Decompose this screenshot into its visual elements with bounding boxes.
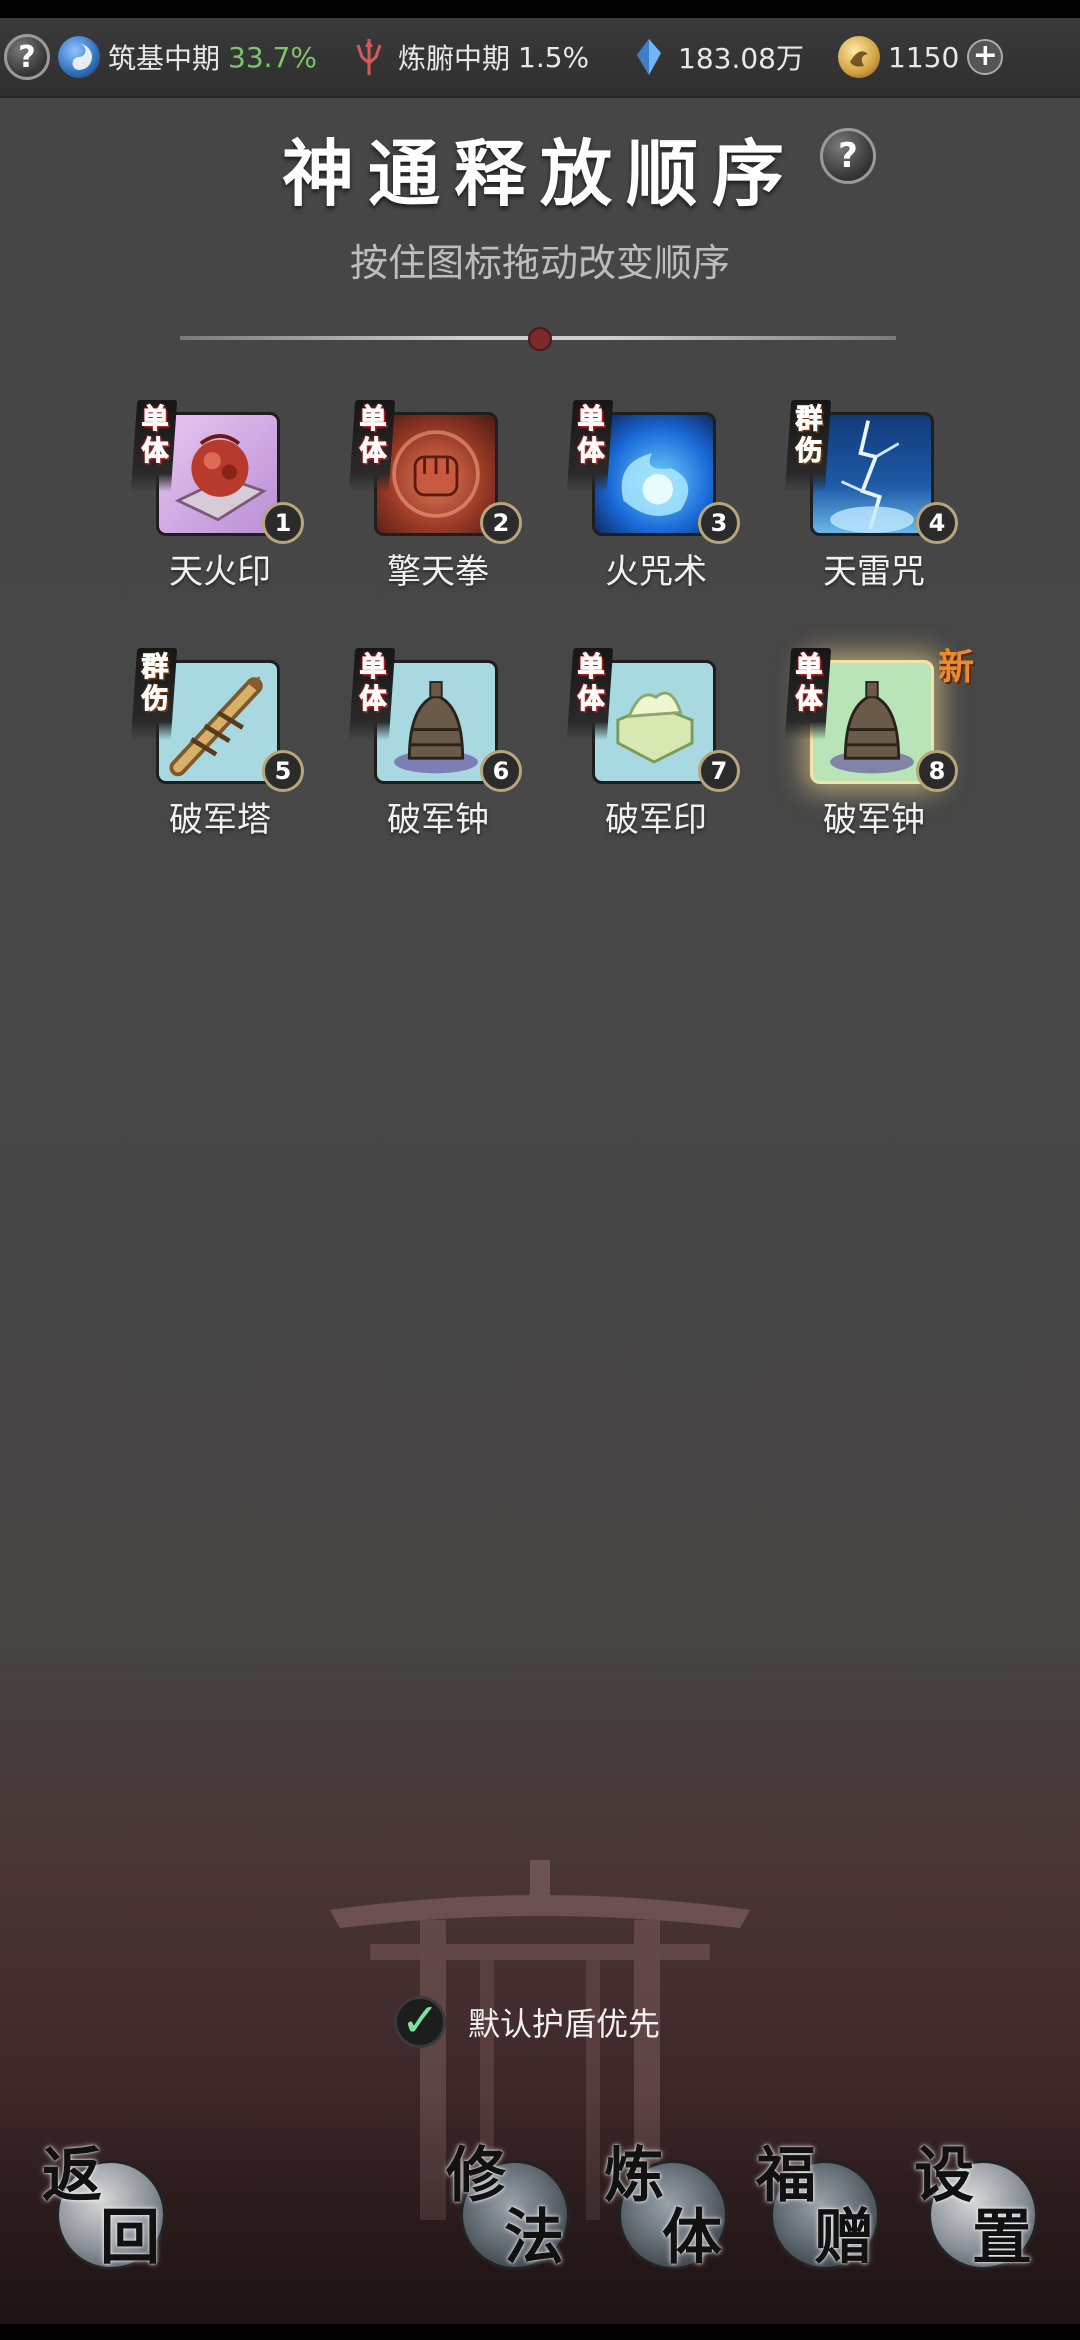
skill-type-tag: 单体 — [348, 648, 400, 740]
system-status-strip — [0, 0, 1080, 18]
skill-name: 破军塔 — [169, 800, 271, 840]
body-realm-name: 炼腑中期 — [398, 42, 511, 75]
skill-slot-5[interactable]: 群伤 5 破军塔 — [120, 648, 320, 854]
title-help-question-icon[interactable]: ? — [820, 128, 876, 184]
new-badge: 新 — [938, 646, 975, 688]
trident-icon — [348, 36, 390, 78]
bottom-nav: 返 回 修 法 炼 体 福 赠 设 置 — [0, 2090, 1080, 2324]
realm-percent: 33.7% — [228, 40, 317, 74]
screen: ? 筑基中期 33.7% 炼腑中期 1.5% 183.08万 1150 + 神通… — [0, 0, 1080, 2340]
skill-name: 破军钟 — [823, 800, 925, 840]
realm-indicator[interactable]: 筑基中期 33.7% — [58, 36, 317, 78]
skill-slot-7[interactable]: 单体 7 破军印 — [556, 648, 756, 854]
order-badge: 2 — [480, 502, 522, 544]
help-button[interactable]: ? — [4, 34, 50, 80]
realm-name: 筑基中期 — [108, 42, 221, 75]
system-nav-strip — [0, 2324, 1080, 2340]
coin-counter[interactable]: 1150 + — [838, 36, 1004, 78]
gift-button[interactable]: 福 赠 — [756, 2146, 886, 2276]
skill-type-tag: 单体 — [566, 648, 618, 740]
skill-slot-4[interactable]: 群伤 4 天雷咒 — [774, 400, 974, 606]
skill-type-tag: 单体 — [130, 400, 182, 492]
skill-type-tag: 群伤 — [130, 648, 182, 740]
divider-dot — [528, 327, 552, 351]
cultivate-button[interactable]: 修 法 — [446, 2146, 576, 2276]
page-title: 神通释放顺序 — [281, 131, 798, 216]
order-badge: 3 — [698, 502, 740, 544]
coin-icon — [838, 36, 880, 78]
order-badge: 5 — [262, 750, 304, 792]
order-badge: 7 — [698, 750, 740, 792]
order-badge: 6 — [480, 750, 522, 792]
skill-type-tag: 单体 — [348, 400, 400, 492]
resource-bar: ? 筑基中期 33.7% 炼腑中期 1.5% 183.08万 1150 + — [0, 18, 1080, 98]
order-badge: 8 — [916, 750, 958, 792]
add-coin-plus-icon[interactable]: + — [967, 39, 1004, 75]
question-icon: ? — [4, 34, 50, 80]
skill-slot-8[interactable]: 单体 新 8 破军钟 — [774, 646, 974, 854]
refine-body-button[interactable]: 炼 体 — [604, 2146, 734, 2276]
body-realm-indicator[interactable]: 炼腑中期 1.5% — [348, 36, 589, 78]
skill-type-tag: 单体 — [784, 648, 836, 740]
body-realm-percent: 1.5% — [518, 40, 590, 74]
back-button[interactable]: 返 回 — [42, 2146, 172, 2276]
order-badge: 4 — [916, 502, 958, 544]
skill-type-tag: 群伤 — [784, 400, 836, 492]
check-icon: ✓ — [401, 1993, 440, 2047]
crystal-counter[interactable]: 183.08万 — [628, 36, 804, 78]
skill-name: 擎天拳 — [387, 552, 489, 592]
skill-slot-1[interactable]: 单体 1 天火印 — [120, 400, 320, 606]
skill-name: 破军印 — [605, 800, 707, 840]
skill-type-tag: 单体 — [566, 400, 618, 492]
skill-name: 天雷咒 — [823, 552, 925, 592]
settings-button[interactable]: 设 置 — [914, 2146, 1044, 2276]
skill-slot-6[interactable]: 单体 6 破军钟 — [338, 648, 538, 854]
shield-priority-label: 默认护盾优先 — [468, 2005, 661, 2043]
skill-slot-3[interactable]: 单体 3 火咒术 — [556, 400, 756, 606]
skill-name: 天火印 — [169, 552, 271, 592]
page-subtitle: 按住图标拖动改变顺序 — [349, 241, 730, 285]
skill-slot-2[interactable]: 单体 2 擎天拳 — [338, 400, 538, 606]
skill-name: 破军钟 — [387, 800, 489, 840]
shield-priority-checkbox[interactable]: ✓ — [394, 1996, 446, 2048]
crystal-amount: 183.08万 — [678, 42, 804, 75]
coin-amount: 1150 — [888, 40, 960, 74]
order-badge: 1 — [262, 502, 304, 544]
taiji-icon — [58, 36, 100, 78]
skill-name: 火咒术 — [605, 552, 707, 592]
shield-priority-option[interactable]: ✓ 默认护盾优先 — [394, 1996, 660, 2048]
crystal-icon — [628, 36, 670, 78]
